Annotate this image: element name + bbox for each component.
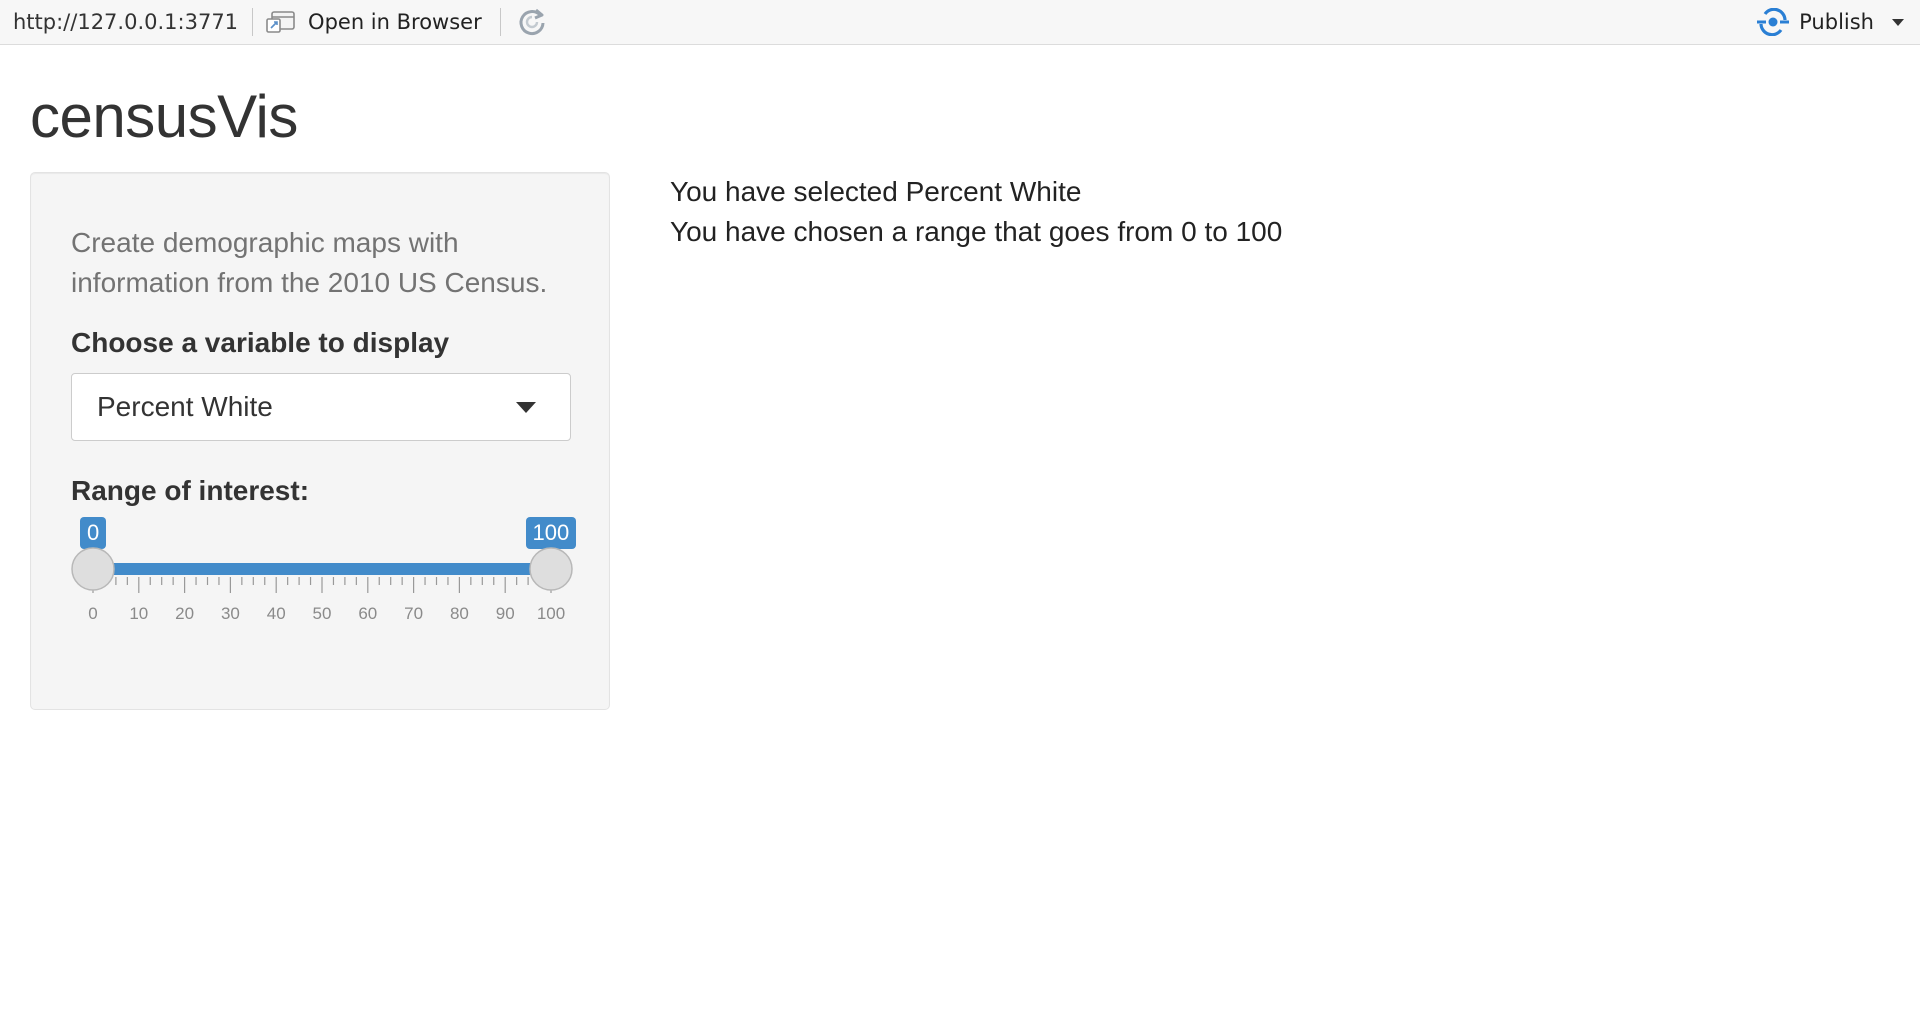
variable-select-value: Percent White: [97, 391, 273, 422]
selected-variable-text: You have selected Percent White: [670, 176, 1082, 207]
variable-select[interactable]: Percent White: [71, 373, 571, 441]
sidebar-panel: Create demographic maps with information…: [30, 172, 610, 710]
slider-tick-label: 0: [88, 604, 97, 623]
open-in-browser-icon: [266, 9, 298, 35]
page-title: censusVis: [30, 83, 298, 150]
slider-tick-label: 60: [358, 604, 377, 623]
slider-tick-label: 50: [313, 604, 332, 623]
publish-menu-chevron-down-icon[interactable]: [1892, 18, 1904, 26]
slider-tick-label: 100: [537, 604, 565, 623]
open-in-browser-button[interactable]: Open in Browser: [253, 9, 500, 35]
slider-tick-label: 80: [450, 604, 469, 623]
slider-tick-label: 70: [404, 604, 423, 623]
url-label: http://127.0.0.1:3771: [13, 10, 239, 34]
open-in-browser-label: Open in Browser: [308, 10, 482, 34]
slider-low-handle[interactable]: [71, 547, 115, 591]
viewer-toolbar: http://127.0.0.1:3771 Open in Browser Pu…: [0, 0, 1920, 45]
slider-tick-label: 30: [221, 604, 240, 623]
publish-icon: [1757, 8, 1790, 36]
slider-tick-label: 40: [267, 604, 286, 623]
refresh-button[interactable]: [515, 5, 549, 39]
slider-tick-label: 20: [175, 604, 194, 623]
range-slider-track[interactable]: 0 10 20 30 40 50 60 70 80 90 100: [71, 517, 573, 637]
refresh-icon: [519, 8, 545, 36]
selected-range-text: You have chosen a range that goes from 0…: [670, 216, 1283, 247]
slider-tick-label: 90: [496, 604, 515, 623]
publish-label: Publish: [1799, 10, 1874, 34]
slider-tick-label: 10: [129, 604, 148, 623]
help-text: Create demographic maps with information…: [71, 227, 548, 298]
publish-button[interactable]: Publish: [1757, 8, 1920, 36]
range-slider[interactable]: 0 100 0 10 20 30 40 50 60 70 80 90 100: [71, 517, 577, 637]
range-slider-label: Range of interest:: [71, 475, 310, 506]
chevron-down-icon: [516, 402, 536, 413]
variable-select-label: Choose a variable to display: [71, 327, 450, 358]
slider-selected-bar: [93, 563, 551, 575]
slider-high-handle[interactable]: [529, 547, 573, 591]
toolbar-divider: [499, 8, 501, 36]
